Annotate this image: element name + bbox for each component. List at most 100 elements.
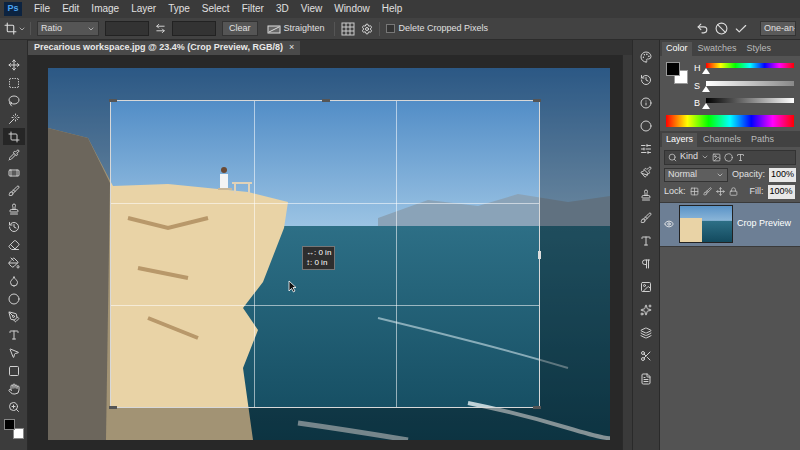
- slider-thumb[interactable]: [702, 86, 710, 92]
- menu-item[interactable]: Window: [328, 2, 376, 16]
- dock-button[interactable]: [636, 209, 656, 226]
- tool-button[interactable]: [3, 290, 25, 307]
- dock-button[interactable]: [636, 301, 656, 318]
- crop-handle[interactable]: [109, 406, 117, 409]
- tool-button[interactable]: [3, 128, 25, 145]
- menu-item[interactable]: Type: [162, 2, 196, 16]
- panel-tab[interactable]: Swatches: [694, 42, 741, 56]
- crop-handle[interactable]: [533, 99, 541, 102]
- menu-item[interactable]: Image: [85, 2, 125, 16]
- color-slider[interactable]: B: [694, 97, 794, 111]
- dock-button[interactable]: [636, 117, 656, 134]
- tool-button[interactable]: [3, 218, 25, 235]
- menu-item[interactable]: Edit: [56, 2, 85, 16]
- tool-button[interactable]: [3, 362, 25, 379]
- close-tab-button[interactable]: ×: [289, 41, 294, 55]
- menu-item[interactable]: Layer: [125, 2, 162, 16]
- type-filter-icon[interactable]: [736, 153, 745, 162]
- document-tab[interactable]: Precarious workspace.jpg @ 23.4% (Crop P…: [28, 41, 300, 55]
- panel-tab[interactable]: Channels: [699, 133, 745, 147]
- commit-icon[interactable]: [734, 22, 748, 36]
- blend-mode-dropdown[interactable]: Normal: [664, 168, 728, 182]
- menu-item[interactable]: Filter: [236, 2, 270, 16]
- tool-button[interactable]: [3, 92, 25, 109]
- swap-icon[interactable]: [155, 23, 166, 34]
- slider-thumb[interactable]: [702, 103, 710, 109]
- workspace-field[interactable]: One-an-: [760, 21, 796, 36]
- ratio-dropdown[interactable]: Ratio: [37, 21, 99, 36]
- color-slider[interactable]: H: [694, 62, 794, 76]
- dock-button[interactable]: [636, 71, 656, 88]
- tool-button[interactable]: [3, 182, 25, 199]
- dock-button[interactable]: [636, 347, 656, 364]
- tool-button[interactable]: [3, 200, 25, 217]
- slider-thumb[interactable]: [702, 68, 710, 74]
- dock-button[interactable]: [636, 370, 656, 387]
- menu-item[interactable]: Select: [196, 2, 236, 16]
- color-swatches[interactable]: [666, 62, 688, 84]
- height-field[interactable]: [172, 21, 216, 36]
- foreground-swatch[interactable]: [4, 419, 15, 430]
- menu-item[interactable]: View: [295, 2, 329, 16]
- dock-button[interactable]: [636, 48, 656, 65]
- layer-row[interactable]: Crop Preview: [660, 203, 800, 247]
- pixel-filter-icon[interactable]: [712, 153, 721, 162]
- cancel-icon[interactable]: [715, 22, 728, 35]
- dock-button[interactable]: [636, 232, 656, 249]
- panel-tab[interactable]: Color: [662, 42, 692, 56]
- panel-tab[interactable]: Styles: [743, 42, 776, 56]
- clear-button[interactable]: Clear: [222, 21, 258, 36]
- color-slider[interactable]: S: [694, 80, 794, 94]
- tool-button[interactable]: [3, 272, 25, 289]
- crop-handle[interactable]: [109, 99, 117, 102]
- tool-button[interactable]: [3, 236, 25, 253]
- lock-all-icon[interactable]: [729, 187, 738, 196]
- straighten-button[interactable]: Straighten: [264, 22, 328, 36]
- crop-handle[interactable]: [538, 251, 541, 259]
- color-spectrum[interactable]: [666, 115, 794, 127]
- tool-button[interactable]: [3, 380, 25, 397]
- visibility-eye-icon[interactable]: [664, 219, 674, 229]
- adjustment-filter-icon[interactable]: [724, 153, 733, 162]
- panel-tab[interactable]: Layers: [662, 133, 697, 147]
- crop-handle[interactable]: [322, 99, 330, 102]
- tool-button[interactable]: [3, 326, 25, 343]
- lock-pixels-icon[interactable]: [703, 187, 712, 196]
- tool-button[interactable]: [3, 344, 25, 361]
- tool-button[interactable]: [3, 74, 25, 91]
- dock-button[interactable]: [636, 278, 656, 295]
- dock-button[interactable]: [636, 94, 656, 111]
- crop-tool-preset[interactable]: [4, 22, 31, 35]
- tool-button[interactable]: [3, 164, 25, 181]
- tool-button[interactable]: [3, 398, 25, 415]
- dock-button[interactable]: [636, 140, 656, 157]
- layer-filter[interactable]: Kind: [664, 150, 796, 165]
- vertical-scrollbar[interactable]: [622, 55, 632, 450]
- delete-cropped-checkbox[interactable]: Delete Cropped Pixels: [386, 22, 489, 36]
- dock-button[interactable]: [636, 163, 656, 180]
- tool-button[interactable]: [3, 110, 25, 127]
- gear-icon[interactable]: [361, 23, 373, 35]
- fill-field[interactable]: 100%: [768, 185, 795, 199]
- lock-transparent-icon[interactable]: [690, 187, 699, 196]
- tool-button[interactable]: [3, 146, 25, 163]
- panel-tab[interactable]: Paths: [747, 133, 778, 147]
- menu-item[interactable]: Help: [376, 2, 409, 16]
- grid-overlay-icon[interactable]: [341, 22, 355, 36]
- tool-button[interactable]: [3, 308, 25, 325]
- dock-button[interactable]: [636, 186, 656, 203]
- tool-button[interactable]: [3, 254, 25, 271]
- width-field[interactable]: [105, 21, 149, 36]
- opacity-field[interactable]: 100%: [769, 168, 796, 182]
- dock-button[interactable]: [636, 255, 656, 272]
- menu-item[interactable]: File: [28, 2, 56, 16]
- crop-handle[interactable]: [533, 406, 541, 409]
- dock-button[interactable]: [636, 324, 656, 341]
- tool-button[interactable]: [3, 56, 25, 73]
- foreground-swatch[interactable]: [666, 62, 680, 76]
- reset-icon[interactable]: [696, 22, 709, 35]
- lock-position-icon[interactable]: [716, 187, 725, 196]
- blur-icon: [8, 275, 20, 287]
- menu-item[interactable]: 3D: [270, 2, 295, 16]
- color-swatches[interactable]: [4, 419, 24, 439]
